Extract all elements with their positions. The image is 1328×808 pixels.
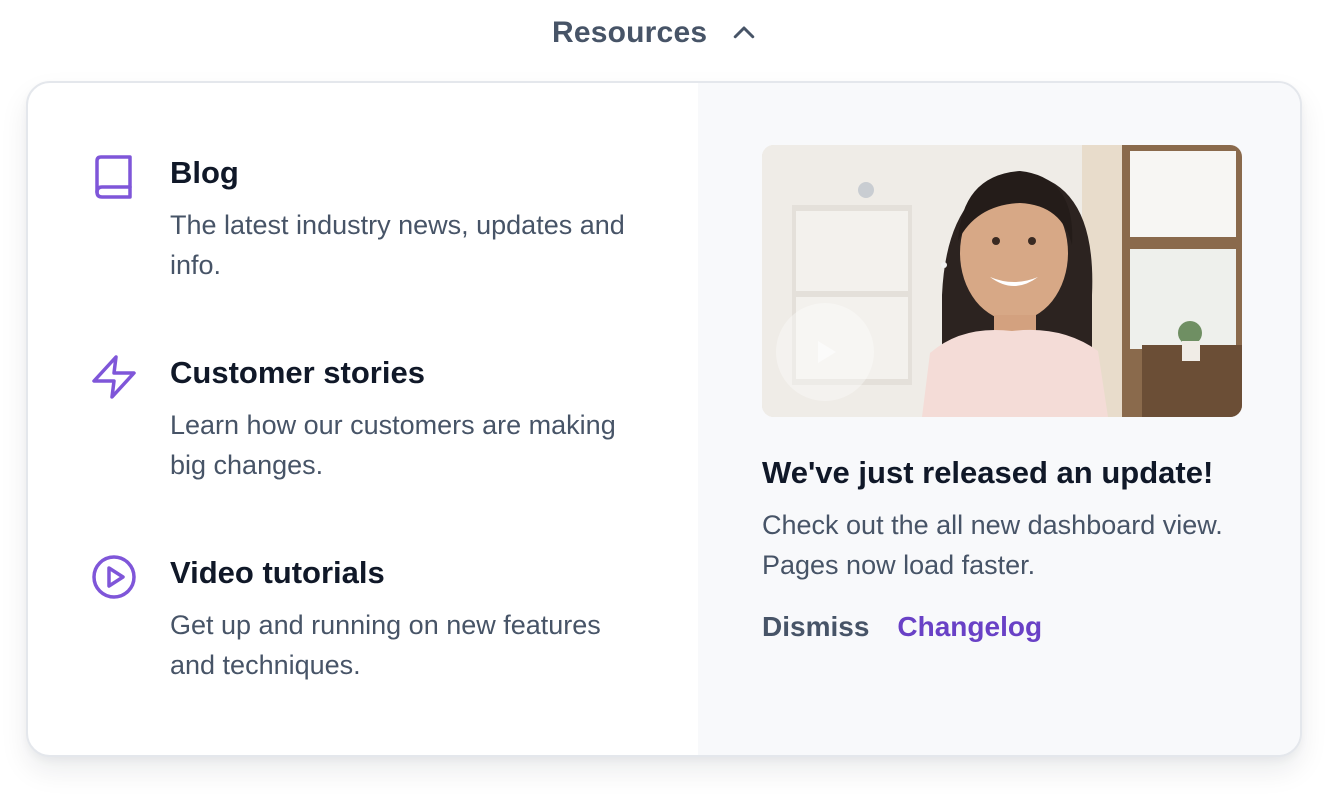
menu-item-title: Video tutorials <box>170 555 385 590</box>
chevron-up-icon <box>733 26 755 39</box>
menu-item-description: Learn how our customers are making big c… <box>170 410 616 480</box>
update-card: We've just released an update! Check out… <box>698 83 1300 755</box>
resources-label: Resources <box>552 16 708 49</box>
menu-item-description: Get up and running on new features and t… <box>170 610 601 680</box>
menu-item-title: Blog <box>170 155 239 190</box>
video-thumbnail[interactable] <box>762 145 1242 417</box>
play-circle-icon <box>92 555 136 599</box>
menu-item-title: Customer stories <box>170 355 425 390</box>
resources-list: Blog The latest industry news, updates a… <box>28 83 698 755</box>
menu-item-blog[interactable]: Blog The latest industry news, updates a… <box>90 153 650 293</box>
menu-item-description: The latest industry news, updates and in… <box>170 210 625 280</box>
play-button[interactable] <box>776 303 874 401</box>
changelog-link[interactable]: Changelog <box>897 611 1042 643</box>
update-description: Check out the all new dashboard view. Pa… <box>762 510 1223 580</box>
play-icon <box>818 341 836 363</box>
resources-dropdown-panel: Blog The latest industry news, updates a… <box>26 81 1302 757</box>
menu-item-customer-stories[interactable]: Customer stories Learn how our customers… <box>90 353 650 493</box>
book-icon <box>95 155 132 199</box>
update-title: We've just released an update! <box>762 455 1214 490</box>
menu-item-video-tutorials[interactable]: Video tutorials Get up and running on ne… <box>90 553 650 693</box>
resources-menu-trigger[interactable]: Resources <box>552 14 759 52</box>
dismiss-button[interactable]: Dismiss <box>762 611 869 643</box>
update-actions: Dismiss Changelog <box>762 611 1042 643</box>
lightning-icon <box>92 355 136 399</box>
